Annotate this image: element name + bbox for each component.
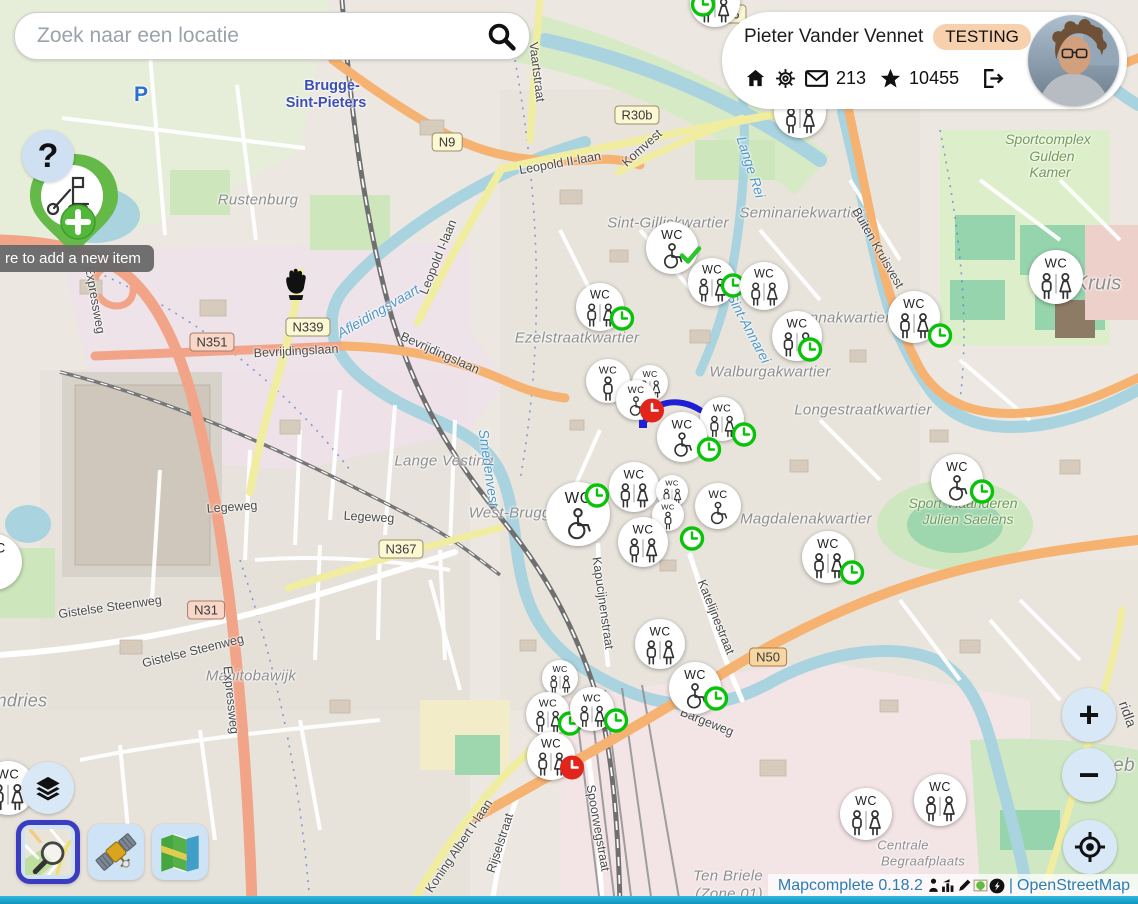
wc-marker-wh[interactable]: WC [695, 483, 741, 529]
svg-text:WC: WC [929, 780, 951, 794]
avatar[interactable] [1028, 15, 1119, 106]
svg-text:WC: WC [0, 767, 19, 782]
svg-text:WC: WC [624, 467, 645, 481]
svg-text:WC: WC [702, 265, 722, 277]
attribution-separator: | [1009, 877, 1013, 895]
svg-text:WC: WC [1045, 256, 1068, 271]
svg-text:WC: WC [817, 537, 839, 551]
logout-icon[interactable] [980, 66, 1005, 91]
svg-text:WC: WC [628, 385, 645, 396]
mapcomplete-version-link[interactable]: Mapcomplete 0.18.2 [778, 877, 923, 895]
messages-icon[interactable] [804, 66, 829, 91]
changesets-count: 10455 [909, 68, 959, 89]
background-map-button[interactable] [152, 824, 208, 880]
wc-marker-wh[interactable]: WC [657, 412, 707, 462]
layers-icon [34, 774, 62, 802]
search-bar [14, 12, 530, 60]
wc-marker-wh[interactable]: WC [931, 454, 983, 506]
wc-marker-mw[interactable]: WC [914, 774, 966, 826]
wc-marker-mw[interactable]: WC [1029, 250, 1083, 304]
wc-marker-mw[interactable]: WC [840, 788, 892, 840]
wc-marker-mw[interactable]: WC [740, 262, 788, 310]
search-input[interactable] [35, 23, 485, 49]
osm-map-icon [25, 829, 71, 875]
wc-marker-wh[interactable]: WC [669, 662, 721, 714]
wc-marker-mw[interactable]: WC [526, 692, 570, 736]
zoom-out-button[interactable]: − [1062, 748, 1116, 802]
wc-marker-wh[interactable]: WC [546, 482, 610, 546]
svg-text:WC: WC [565, 490, 592, 507]
svg-text:WC: WC [713, 402, 731, 414]
plus-icon: + [1078, 694, 1099, 736]
wc-marker-mw[interactable]: WC [618, 517, 668, 567]
crosshair-icon [1073, 830, 1107, 864]
wc-marker-mw[interactable]: WC [772, 311, 822, 361]
testing-badge: TESTING [933, 24, 1031, 50]
wc-marker-mw[interactable]: WC [888, 291, 940, 343]
mapcomplete-app: Pieter Vander Vennet TESTING [0, 0, 1138, 904]
wc-marker-mw[interactable]: WC [527, 732, 575, 780]
wc-marker-mw[interactable]: WC [570, 687, 614, 731]
wc-marker-mw[interactable]: WC [688, 258, 736, 306]
statistics-icon[interactable] [941, 878, 956, 893]
svg-text:WC: WC [539, 697, 557, 709]
background-layer-picker [16, 820, 208, 884]
zoom-in-button[interactable]: + [1062, 688, 1116, 742]
minus-icon: − [1078, 754, 1099, 796]
openstreetmap-link[interactable]: OpenStreetMap [1017, 877, 1130, 895]
svg-text:WC: WC [672, 417, 693, 431]
geolocate-button[interactable] [1063, 820, 1117, 874]
svg-text:WC: WC [661, 228, 683, 242]
svg-text:WC: WC [855, 794, 877, 808]
svg-text:WC: WC [590, 290, 610, 302]
svg-text:WC: WC [0, 540, 6, 555]
svg-text:WC: WC [787, 316, 808, 330]
bottom-accent-bar [0, 896, 1138, 904]
user-panel: Pieter Vander Vennet TESTING [722, 12, 1127, 109]
add-item-tooltip: re to add a new item [0, 245, 154, 272]
svg-text:WC: WC [903, 297, 925, 311]
svg-text:WC: WC [946, 460, 968, 474]
satellite-icon [94, 830, 138, 874]
gear-icon[interactable] [774, 67, 797, 90]
svg-text:WC: WC [552, 664, 567, 674]
folded-map-icon [158, 830, 202, 874]
svg-text:WC: WC [650, 624, 671, 638]
background-satellite-button[interactable] [88, 824, 144, 880]
svg-text:WC: WC [708, 489, 727, 501]
mapcomplete-pin-icon[interactable] [973, 878, 988, 893]
user-name: Pieter Vander Vennet [744, 26, 923, 48]
svg-text:WC: WC [541, 739, 561, 751]
wc-marker-mw[interactable]: WC [802, 531, 854, 583]
wc-marker-mw[interactable]: WC [690, 0, 740, 27]
svg-text:WC: WC [633, 522, 654, 536]
pencil-icon[interactable] [957, 878, 972, 893]
search-icon[interactable] [485, 20, 517, 52]
svg-text:WC: WC [665, 478, 679, 487]
svg-text:WC: WC [684, 668, 706, 682]
help-button[interactable]: ? [22, 130, 74, 182]
question-mark: ? [38, 137, 59, 176]
svg-text:WC: WC [642, 369, 657, 379]
wc-marker-wh[interactable]: WC [616, 380, 656, 420]
svg-text:WC: WC [599, 364, 617, 376]
wc-marker-mw[interactable]: WC [576, 283, 624, 331]
layers-button[interactable] [22, 762, 74, 814]
svg-text:WC: WC [661, 502, 675, 511]
add-plus-icon [60, 204, 96, 240]
home-icon[interactable] [744, 67, 767, 90]
messages-count: 213 [836, 68, 866, 89]
svg-text:WC: WC [583, 692, 601, 704]
star-icon[interactable] [879, 67, 902, 90]
background-osm-button[interactable] [16, 820, 80, 884]
osm-logo-icon[interactable] [989, 878, 1005, 894]
attribution-bar: Mapcomplete 0.18.2 | OpenStreetMap [768, 874, 1138, 897]
svg-text:WC: WC [754, 269, 774, 281]
contributor-icon[interactable] [927, 878, 940, 893]
wc-marker-m[interactable]: WC [0, 534, 22, 590]
